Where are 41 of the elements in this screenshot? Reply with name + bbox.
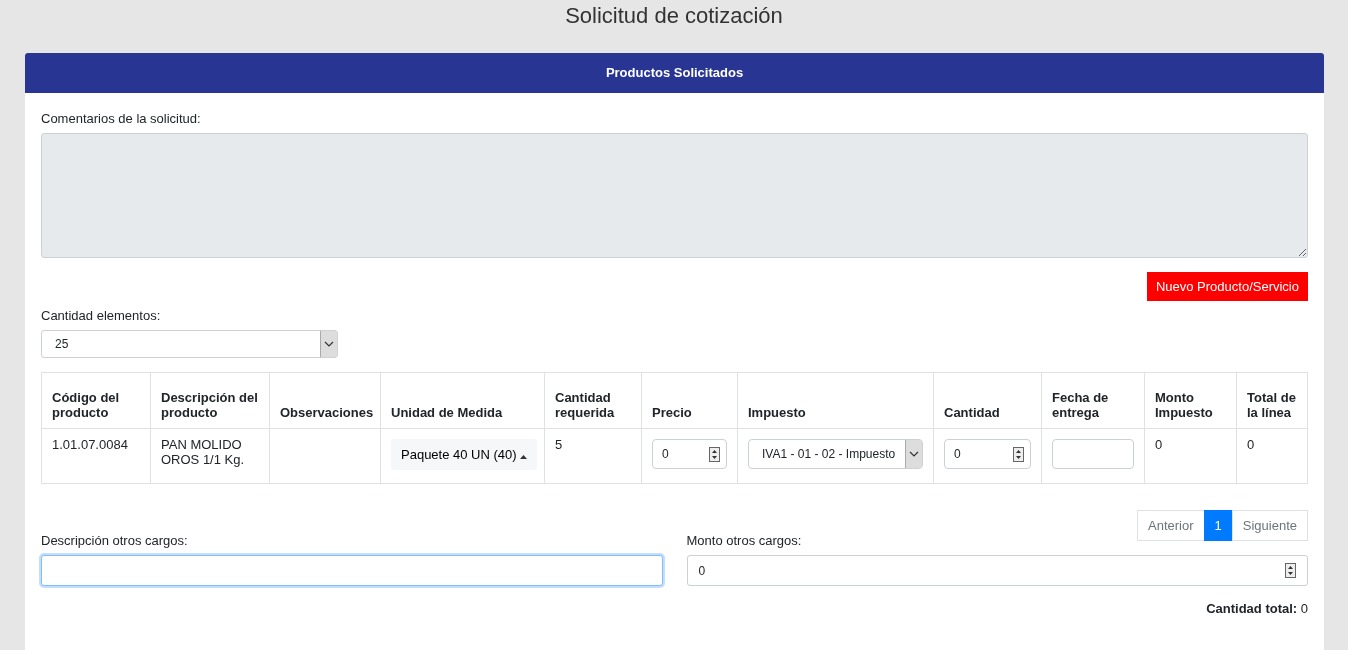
number-input[interactable]: 0	[944, 439, 1031, 469]
column-header: Monto Impuesto	[1144, 372, 1237, 429]
column-header: Código del producto	[41, 372, 151, 429]
pagination-button[interactable]: Siguiente	[1231, 510, 1308, 541]
column-header: Fecha de entrega	[1041, 372, 1145, 429]
page-size-select[interactable]: 25	[41, 330, 338, 358]
column-header: Descripción del producto	[150, 372, 270, 429]
field-label: Monto otros cargos:	[686, 533, 803, 548]
amount-input[interactable]: 0	[686, 555, 1308, 586]
tax-select[interactable]: IVA1 - 01 - 02 - Impuesto	[748, 439, 923, 469]
column-header: Total de la línea	[1236, 372, 1308, 429]
date-input[interactable]	[1052, 439, 1134, 469]
column-header: Observaciones	[269, 372, 381, 429]
column-header: Unidad de Medida	[380, 372, 545, 429]
new-product-button[interactable]: Nuevo Producto/Servicio	[1146, 272, 1308, 301]
table-cell: 0	[1155, 437, 1163, 452]
panel-header: Productos Solicitados	[25, 53, 1324, 93]
table-cell: 1.01.07.0084	[52, 437, 128, 452]
chevron-down-icon	[909, 451, 919, 457]
pagination-button[interactable]: Anterior	[1137, 510, 1205, 541]
column-header: Precio	[641, 372, 738, 429]
field-label: Descripción otros cargos:	[41, 533, 189, 548]
unit-dropdown[interactable]: Paquete 40 UN (40)	[391, 439, 538, 470]
field-label: Cantidad elementos:	[41, 308, 162, 323]
column-header: Cantidad requerida	[544, 372, 642, 429]
caret-up-icon	[520, 455, 528, 459]
page-title: Solicitud de cotización	[564, 2, 784, 30]
description-input[interactable]	[41, 555, 663, 586]
spinner-icon	[709, 446, 720, 462]
field-label: Comentarios de la solicitud:	[41, 111, 202, 126]
column-header: Cantidad	[933, 372, 1042, 429]
table-cell: 0	[1247, 437, 1255, 452]
column-header: Impuesto	[737, 372, 934, 429]
chevron-down-icon	[324, 341, 334, 347]
table-cell: PAN MOLIDO OROS 1/1 Kg.	[161, 437, 245, 467]
spinner-icon	[1285, 563, 1296, 578]
spinner-icon	[1013, 446, 1024, 462]
table-cell: 5	[555, 437, 563, 452]
total-text: Cantidad total: 0	[1206, 601, 1308, 616]
number-input[interactable]: 0	[652, 439, 727, 469]
pagination-button[interactable]: 1	[1203, 510, 1233, 541]
